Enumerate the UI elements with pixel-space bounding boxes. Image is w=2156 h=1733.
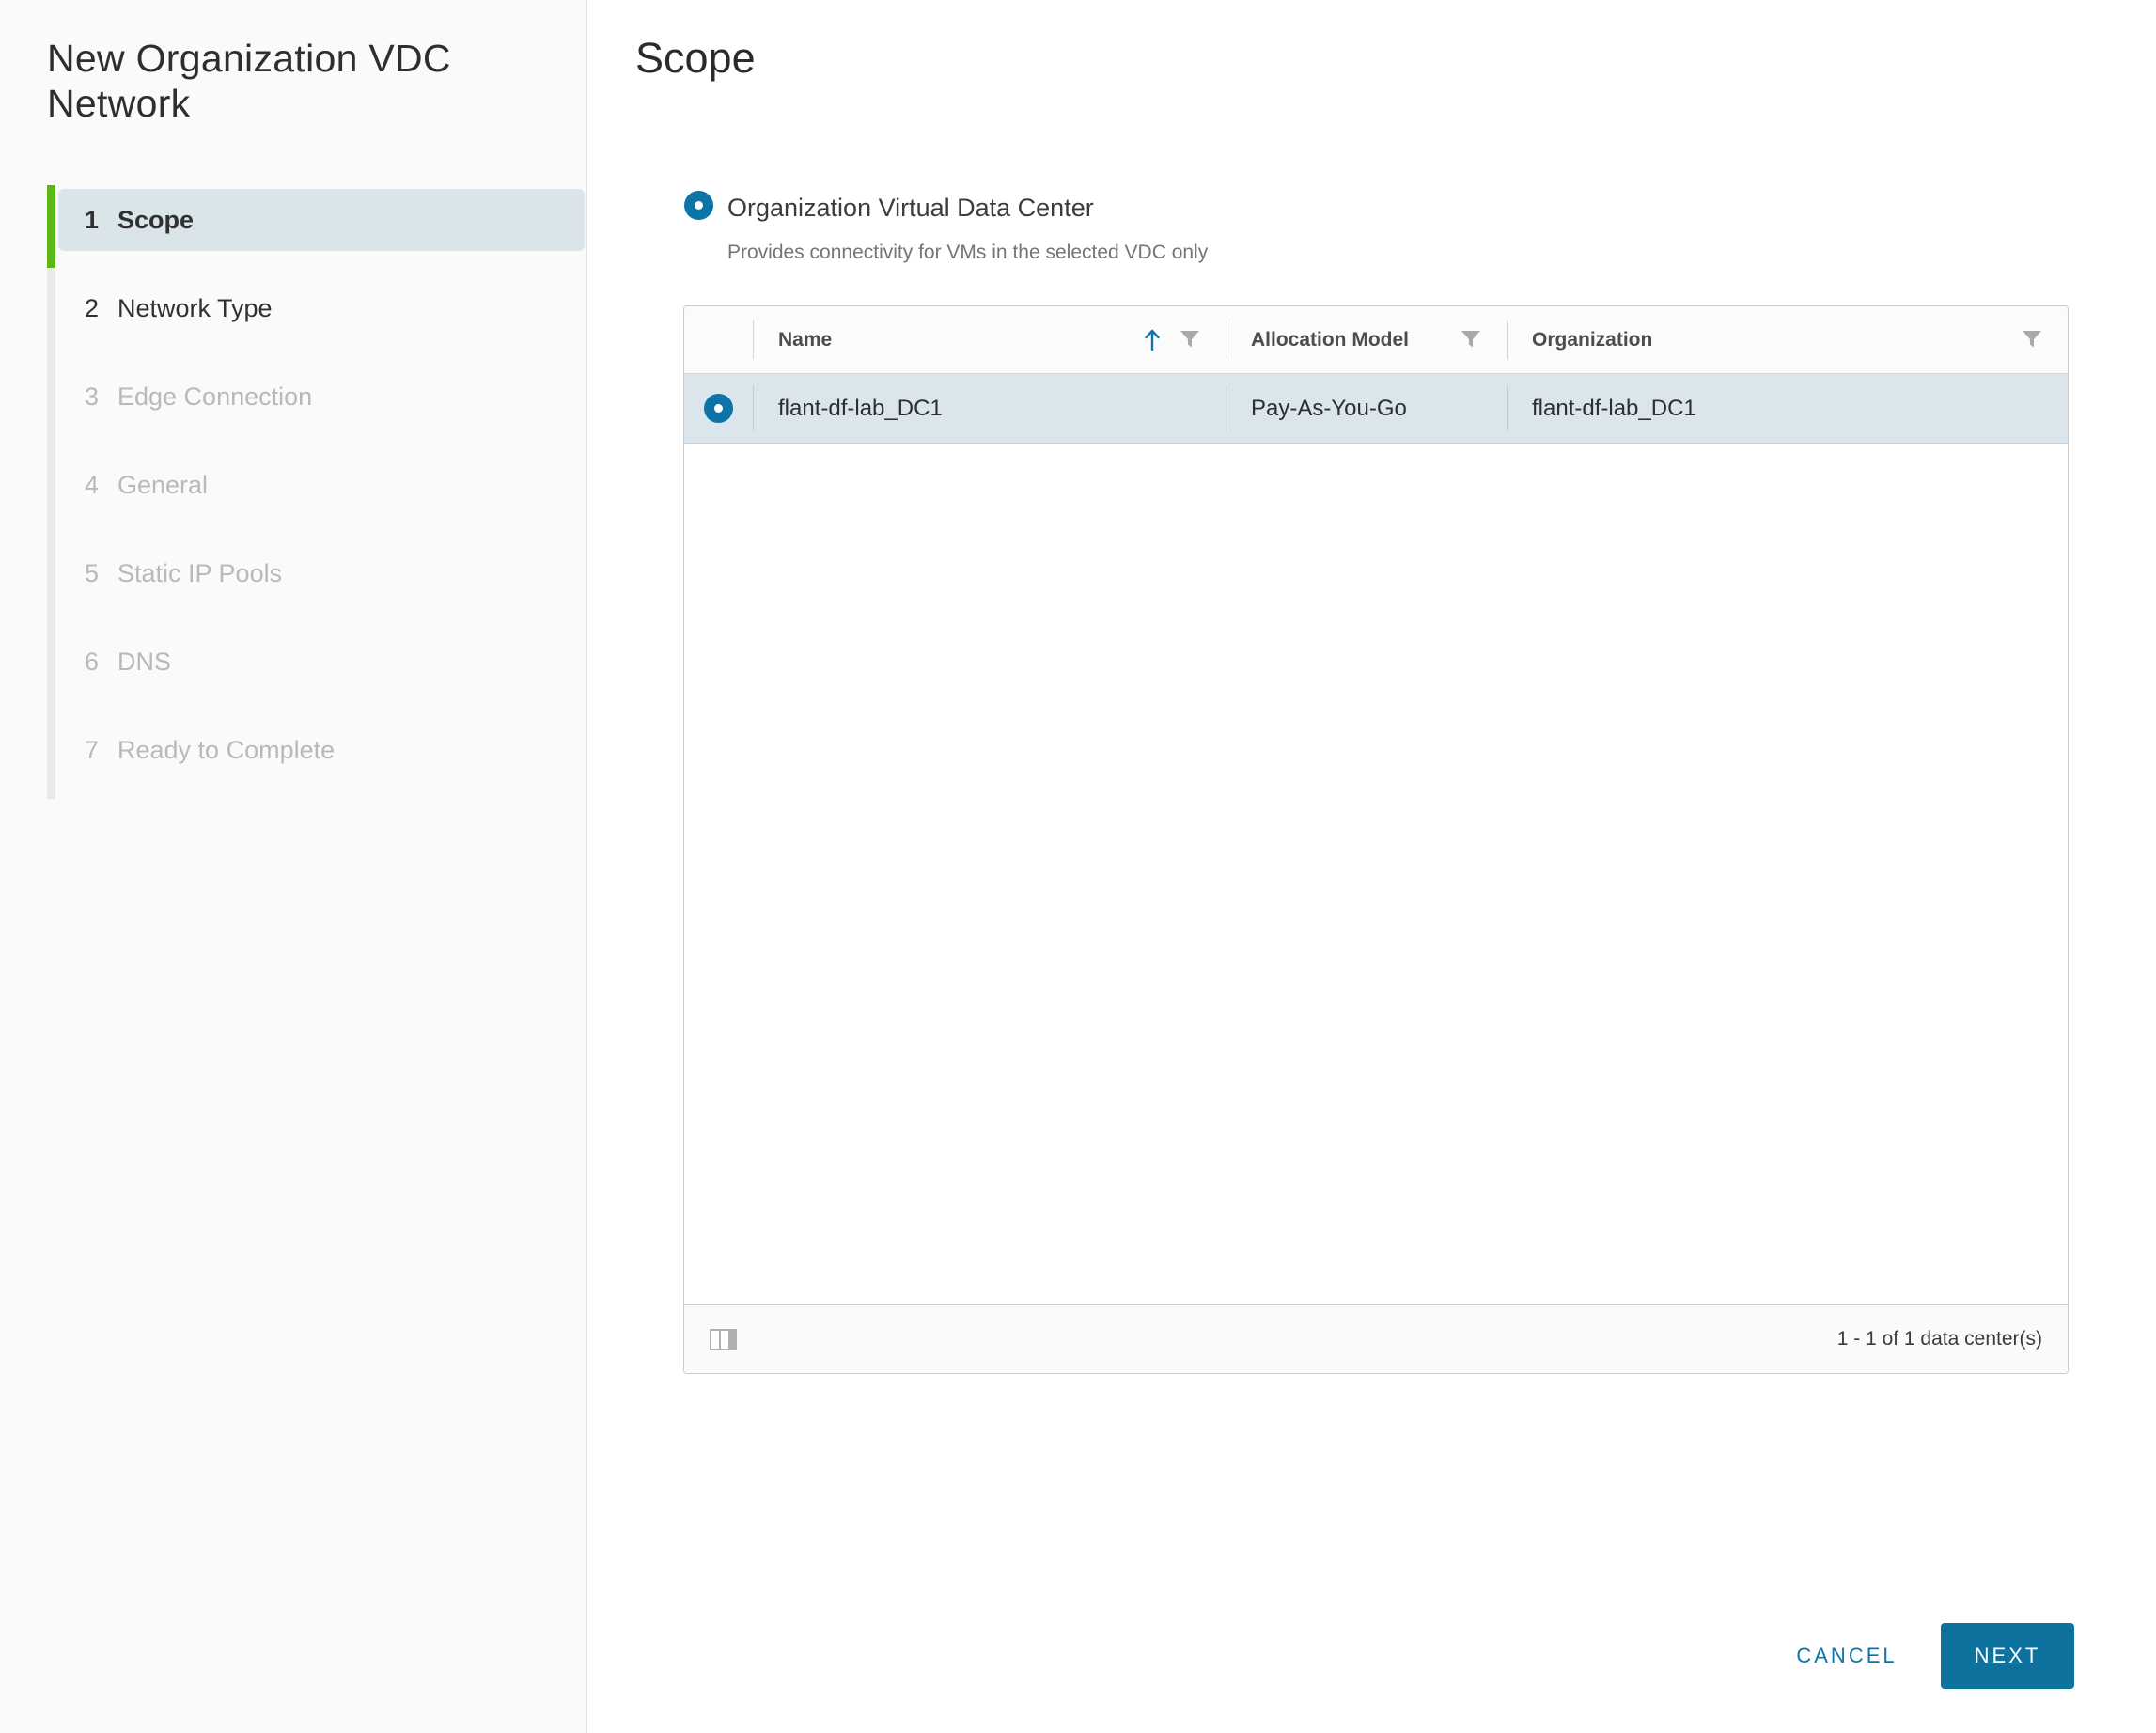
step-label: Ready to Complete bbox=[117, 736, 335, 765]
filter-funnel-icon[interactable] bbox=[1180, 331, 1199, 349]
cell-allocation-model: Pay-As-You-Go bbox=[1226, 374, 1507, 443]
column-label-name: Name bbox=[778, 329, 832, 351]
filter-funnel-icon[interactable] bbox=[2023, 331, 2041, 349]
step-number: 3 bbox=[58, 383, 117, 412]
step-number: 6 bbox=[58, 648, 117, 677]
step-track bbox=[47, 185, 55, 799]
wizard-sidebar: New Organization VDC Network 1 Scope 2 N… bbox=[0, 0, 587, 1733]
org-vdc-radio-label: Organization Virtual Data Center bbox=[727, 194, 1094, 223]
datagrid-header: Name Allocation Model Org bbox=[684, 306, 2068, 374]
row-selection-cell bbox=[684, 374, 753, 443]
sidebar-step-ready-to-complete: 7 Ready to Complete bbox=[58, 719, 585, 781]
column-label-allocation-model: Allocation Model bbox=[1251, 329, 1409, 351]
org-vdc-radio[interactable] bbox=[684, 191, 713, 220]
vdc-datagrid: Name Allocation Model Org bbox=[683, 305, 2069, 1374]
column-label-organization: Organization bbox=[1532, 329, 1652, 351]
wizard-title: New Organization VDC Network bbox=[47, 36, 517, 127]
step-number: 1 bbox=[58, 206, 117, 235]
step-number: 2 bbox=[58, 294, 117, 323]
row-radio[interactable] bbox=[704, 394, 733, 423]
datagrid-empty-area bbox=[684, 444, 2068, 1304]
sidebar-step-scope[interactable]: 1 Scope bbox=[58, 189, 585, 251]
datagrid-footer: 1 - 1 of 1 data center(s) bbox=[684, 1304, 2068, 1373]
cancel-button[interactable]: CANCEL bbox=[1776, 1633, 1917, 1678]
step-track-active-indicator bbox=[47, 185, 55, 268]
sidebar-step-general: 4 General bbox=[58, 454, 585, 516]
step-label: Network Type bbox=[117, 294, 273, 323]
header-cell-selection bbox=[684, 306, 753, 373]
sidebar-step-edge-connection: 3 Edge Connection bbox=[58, 366, 585, 428]
step-label: Static IP Pools bbox=[117, 559, 282, 588]
step-label: Edge Connection bbox=[117, 383, 312, 412]
header-cell-name[interactable]: Name bbox=[753, 306, 1226, 373]
cell-organization: flant-df-lab_DC1 bbox=[1507, 374, 2068, 443]
step-number: 7 bbox=[58, 736, 117, 765]
step-number: 5 bbox=[58, 559, 117, 588]
next-button[interactable]: NEXT bbox=[1941, 1623, 2074, 1689]
column-picker-icon[interactable] bbox=[710, 1329, 737, 1350]
step-label: General bbox=[117, 471, 208, 500]
step-number: 4 bbox=[58, 471, 117, 500]
sidebar-step-static-ip-pools: 5 Static IP Pools bbox=[58, 542, 585, 604]
header-cell-allocation-model[interactable]: Allocation Model bbox=[1226, 306, 1507, 373]
step-label: DNS bbox=[117, 648, 171, 677]
header-cell-organization[interactable]: Organization bbox=[1507, 306, 2068, 373]
sidebar-step-dns: 6 DNS bbox=[58, 631, 585, 693]
step-label: Scope bbox=[117, 206, 194, 235]
org-vdc-radio-description: Provides connectivity for VMs in the sel… bbox=[727, 242, 1208, 264]
sidebar-step-network-type[interactable]: 2 Network Type bbox=[58, 277, 585, 339]
table-row[interactable]: flant-df-lab_DC1 Pay-As-You-Go flant-df-… bbox=[684, 374, 2068, 444]
sort-ascending-icon bbox=[1143, 328, 1162, 352]
filter-funnel-icon[interactable] bbox=[1461, 331, 1480, 349]
page-title: Scope bbox=[635, 34, 756, 83]
datagrid-summary: 1 - 1 of 1 data center(s) bbox=[1837, 1328, 2042, 1350]
cell-name: flant-df-lab_DC1 bbox=[753, 374, 1226, 443]
